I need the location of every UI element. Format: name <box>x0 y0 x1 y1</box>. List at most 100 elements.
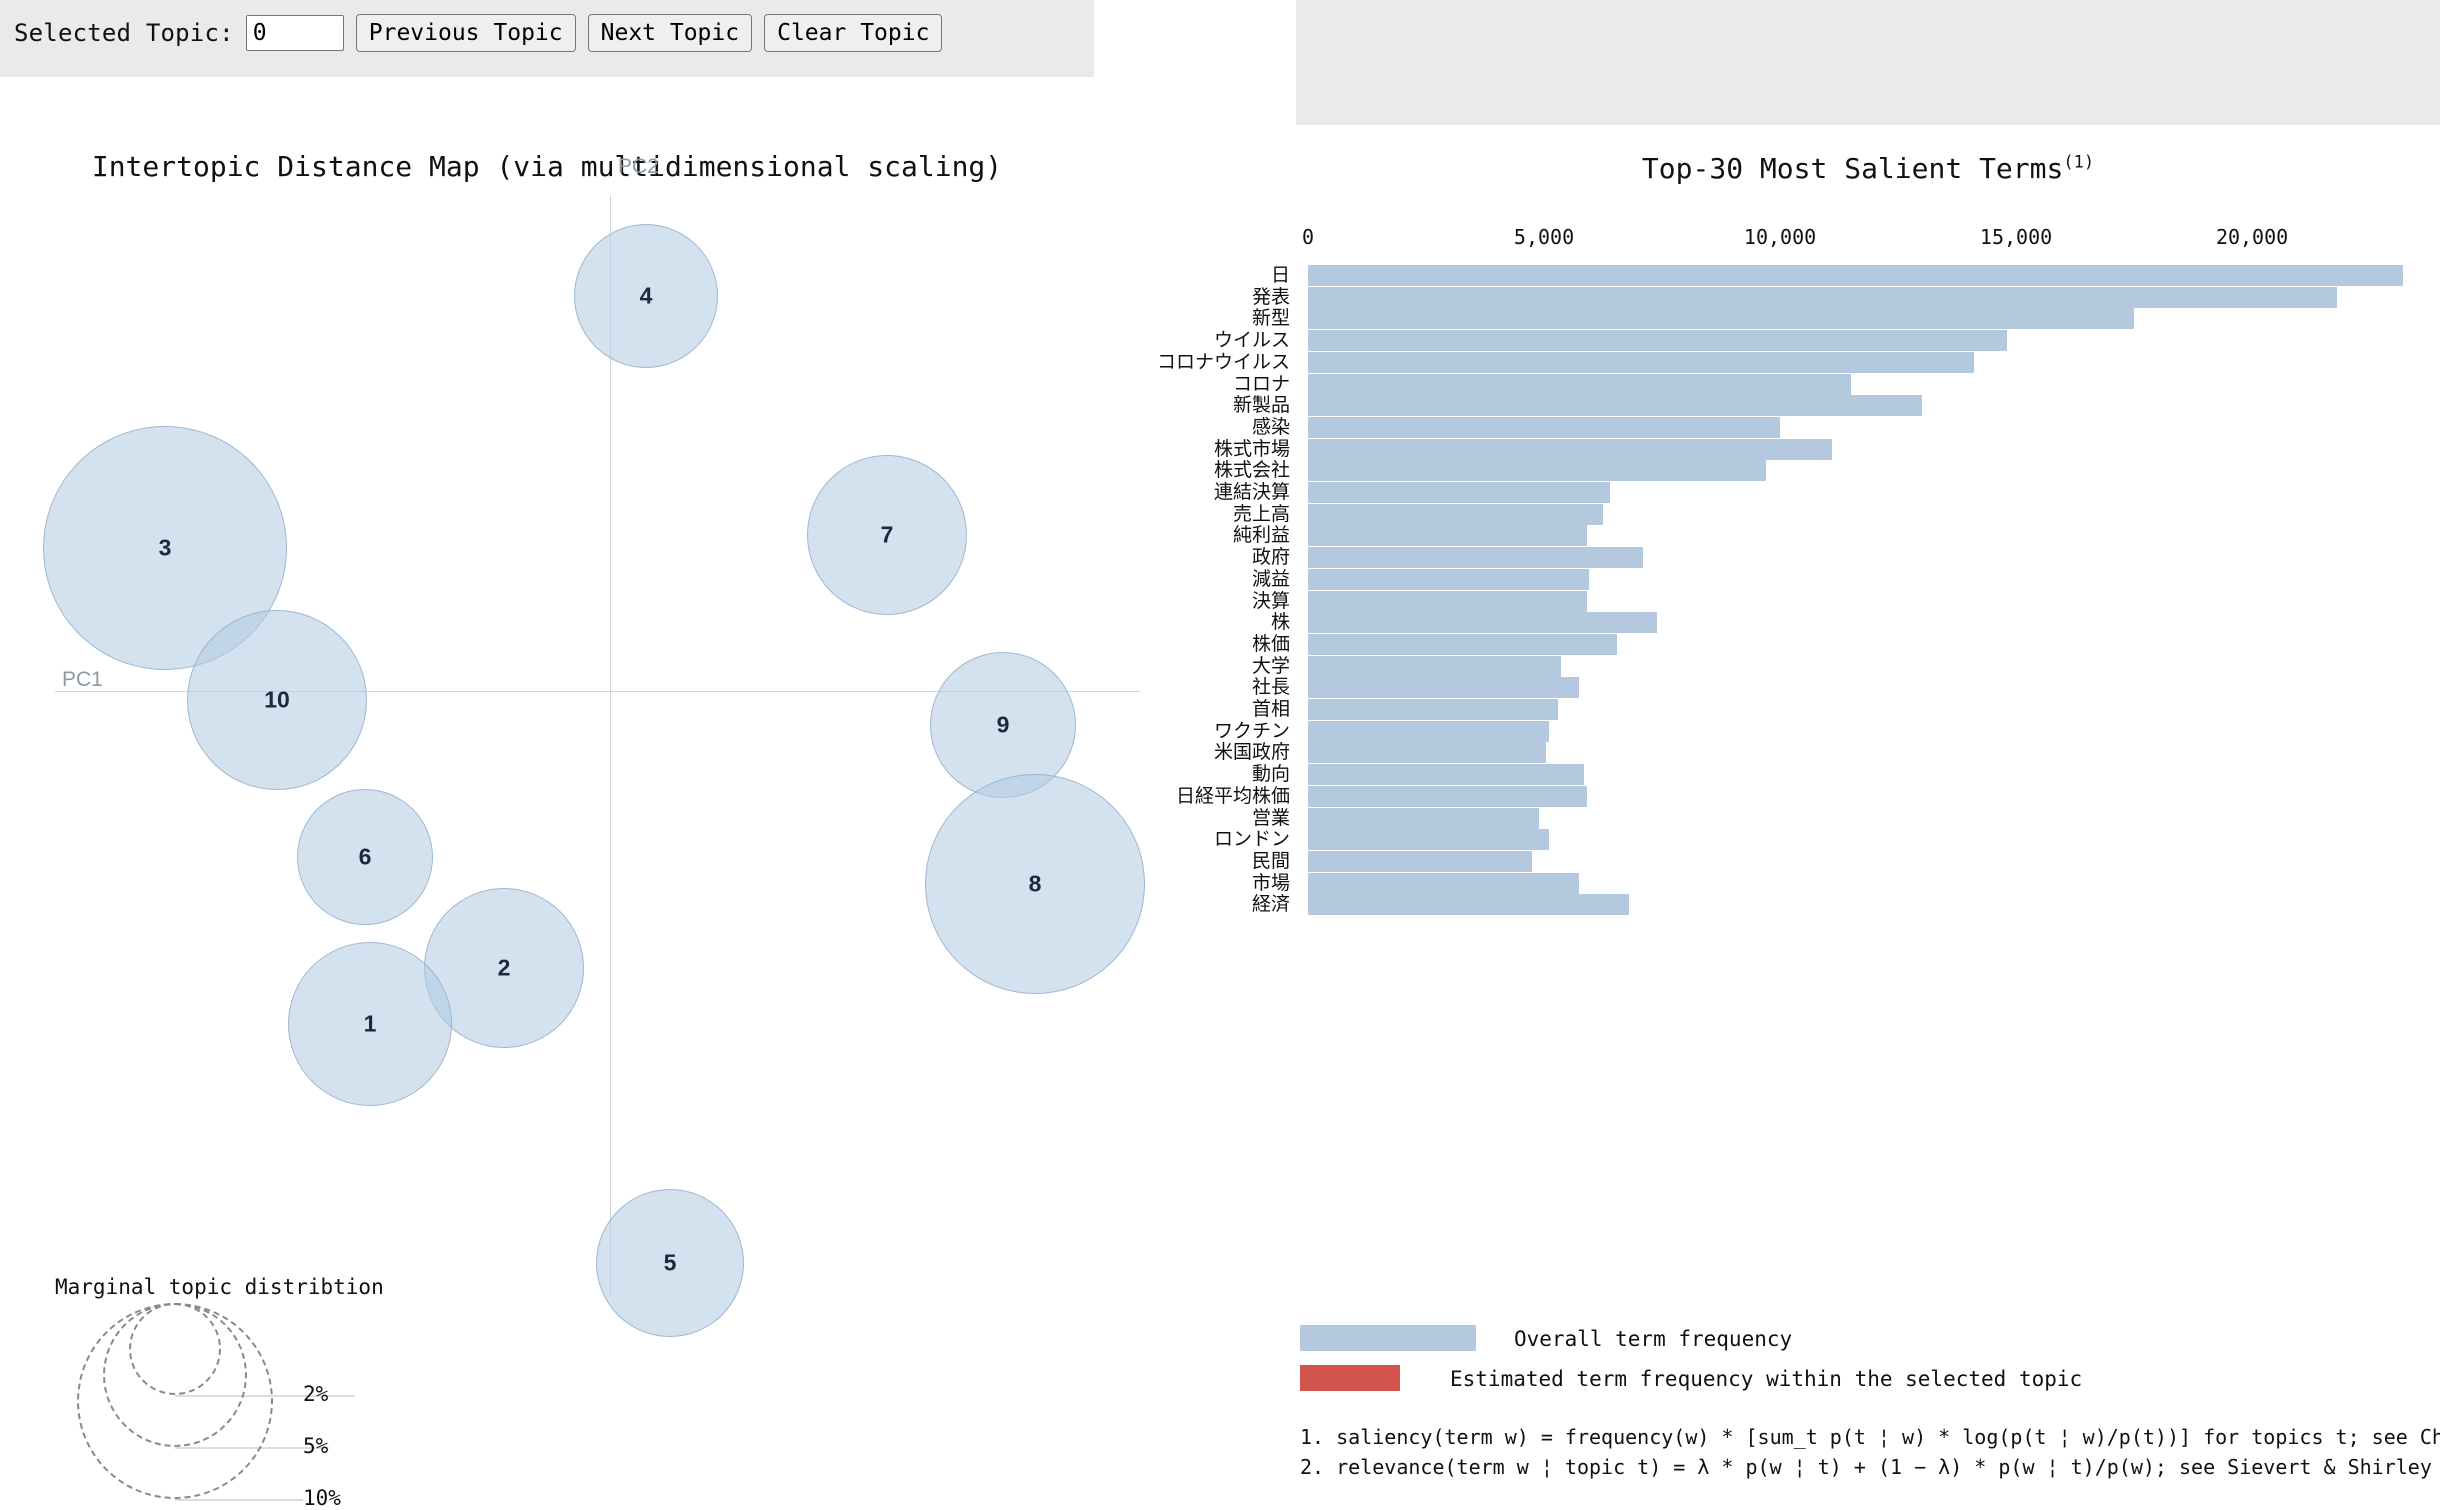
bar-term-label[interactable]: 新製品 <box>890 395 1290 416</box>
term-frequency-bar[interactable] <box>1308 807 1540 829</box>
bar-term-label[interactable]: 日経平均株価 <box>890 785 1290 807</box>
bar-term-label[interactable]: 株式会社 <box>890 460 1290 481</box>
clear-topic-button[interactable]: Clear Topic <box>764 14 943 52</box>
term-frequency-bar[interactable] <box>1308 373 1851 395</box>
term-frequency-bar[interactable] <box>1308 850 1533 872</box>
bar-row[interactable]: 新型 <box>1252 308 2440 330</box>
bar-row[interactable]: 大学 <box>1252 655 2440 677</box>
term-frequency-bar[interactable] <box>1308 482 1611 503</box>
previous-topic-button[interactable]: Previous Topic <box>355 14 576 52</box>
bar-row[interactable]: ワクチン <box>1214 720 2440 742</box>
bar-row[interactable]: コロナウイルス <box>1157 351 2440 373</box>
bar-row[interactable]: 発表 <box>1252 286 2440 308</box>
term-frequency-bar[interactable] <box>1308 785 1587 807</box>
bar-term-label[interactable]: 発表 <box>890 286 1290 308</box>
term-frequency-bar[interactable] <box>1308 894 1629 916</box>
term-frequency-bar[interactable] <box>1308 612 1658 634</box>
term-frequency-bar[interactable] <box>1308 829 1549 851</box>
bar-row[interactable]: コロナ <box>1233 373 2440 395</box>
bar-term-label[interactable]: コロナ <box>890 373 1290 395</box>
bar-term-label[interactable]: 営業 <box>890 807 1290 829</box>
term-frequency-bar[interactable] <box>1308 416 1781 438</box>
bar-term-label[interactable]: 株式市場 <box>890 438 1290 460</box>
term-frequency-bar[interactable] <box>1308 699 1559 720</box>
bar-term-label[interactable]: 決算 <box>890 590 1290 612</box>
bar-term-label[interactable]: 経済 <box>890 894 1290 915</box>
bar-term-label[interactable]: 大学 <box>890 655 1290 677</box>
selected-topic-input[interactable] <box>245 15 344 51</box>
bar-row[interactable]: 営業 <box>1252 807 2440 829</box>
marginal-circle-10% <box>77 1303 273 1499</box>
bar-row[interactable]: 経済 <box>1252 894 2440 916</box>
bar-term-label[interactable]: 純利益 <box>890 525 1290 546</box>
term-frequency-bar[interactable] <box>1308 547 1644 569</box>
bar-term-label[interactable]: 新型 <box>890 308 1290 329</box>
bar-term-label[interactable]: コロナウイルス <box>890 351 1290 373</box>
bar-row[interactable]: 首相 <box>1252 699 2440 720</box>
term-frequency-bar[interactable] <box>1308 720 1549 742</box>
next-topic-button[interactable]: Next Topic <box>587 14 753 52</box>
term-frequency-bar[interactable] <box>1308 764 1585 786</box>
bar-term-label[interactable]: ウイルス <box>890 330 1290 351</box>
bar-row[interactable]: 株 <box>1271 612 2440 634</box>
bar-row[interactable]: 減益 <box>1252 568 2440 590</box>
bar-row[interactable]: 市場 <box>1252 872 2440 894</box>
bar-row[interactable]: 純利益 <box>1233 525 2440 547</box>
term-frequency-bar[interactable] <box>1308 742 1547 764</box>
bar-term-label[interactable]: 政府 <box>890 547 1290 568</box>
bar-row[interactable]: 日 <box>1271 265 2440 286</box>
term-frequency-bar[interactable] <box>1308 525 1587 547</box>
bar-row[interactable]: ロンドン <box>1214 829 2440 851</box>
bar-term-label[interactable]: 市場 <box>890 872 1290 894</box>
term-frequency-bar[interactable] <box>1308 438 1832 460</box>
bar-term-label[interactable]: 日 <box>890 265 1290 286</box>
term-frequency-bar[interactable] <box>1308 503 1604 525</box>
bar-term-label[interactable]: 首相 <box>890 699 1290 720</box>
bar-row[interactable]: 決算 <box>1252 590 2440 612</box>
bar-row[interactable]: 社長 <box>1252 677 2440 699</box>
bar-term-label[interactable]: 米国政府 <box>890 742 1290 763</box>
term-frequency-bar[interactable] <box>1308 655 1561 677</box>
footnote-1: 1. saliency(term w) = frequency(w) * [su… <box>1300 1425 2440 1449</box>
bar-row[interactable]: ウイルス <box>1214 330 2440 352</box>
term-frequency-bar[interactable] <box>1308 568 1589 590</box>
x-axis-tick-label: 0 <box>1301 225 1315 249</box>
term-frequency-bar[interactable] <box>1308 633 1618 655</box>
bar-term-label[interactable]: ロンドン <box>890 829 1290 850</box>
term-frequency-bar[interactable] <box>1308 330 2007 352</box>
bar-term-label[interactable]: 感染 <box>890 416 1290 438</box>
bar-term-label[interactable]: 連結決算 <box>890 482 1290 503</box>
bar-row[interactable]: 米国政府 <box>1214 742 2440 764</box>
salient-terms-bar-chart[interactable]: 0 5,000 10,000 15,000 20,000 日発表 新型 ウイルス コロナウイル… <box>1157 225 2440 1285</box>
bar-term-label[interactable]: 株 <box>890 612 1290 633</box>
bar-row[interactable]: 感染 <box>1252 416 2440 438</box>
bar-row[interactable]: 新製品 <box>1233 395 2440 417</box>
term-frequency-bar[interactable] <box>1308 286 2338 308</box>
bar-row[interactable]: 株式会社 <box>1214 460 2440 482</box>
bar-term-label[interactable]: 動向 <box>890 764 1290 785</box>
term-frequency-bar[interactable] <box>1308 265 2404 286</box>
bar-row[interactable]: 動向 <box>1252 764 2440 786</box>
bar-row[interactable]: 株式市場 <box>1214 438 2440 460</box>
marginal-size-label-10%: 10% <box>303 1486 341 1510</box>
bar-term-label[interactable]: 民間 <box>890 850 1290 872</box>
bar-term-label[interactable]: ワクチン <box>890 720 1290 742</box>
term-frequency-bar[interactable] <box>1308 460 1766 482</box>
bar-row[interactable]: 政府 <box>1252 547 2440 569</box>
bar-term-label[interactable]: 減益 <box>890 568 1290 590</box>
bar-row[interactable]: 売上高 <box>1233 503 2440 525</box>
term-frequency-bar[interactable] <box>1308 308 2135 330</box>
bar-term-label[interactable]: 社長 <box>890 677 1290 698</box>
term-frequency-bar[interactable] <box>1308 677 1580 699</box>
term-frequency-bar[interactable] <box>1308 872 1580 894</box>
bar-row[interactable]: 株価 <box>1252 633 2440 655</box>
term-frequency-bar[interactable] <box>1308 351 1974 373</box>
term-frequency-bar[interactable] <box>1308 395 1922 417</box>
bar-row[interactable]: 連結決算 <box>1214 482 2440 503</box>
bar-row[interactable]: 日経平均株価 <box>1176 785 2440 807</box>
term-frequency-bar[interactable] <box>1308 590 1587 612</box>
bar-term-label[interactable]: 株価 <box>890 633 1290 655</box>
topic-bubble-label-6: 6 <box>358 843 372 870</box>
bar-term-label[interactable]: 売上高 <box>890 503 1290 525</box>
bar-row[interactable]: 民間 <box>1252 850 2440 872</box>
